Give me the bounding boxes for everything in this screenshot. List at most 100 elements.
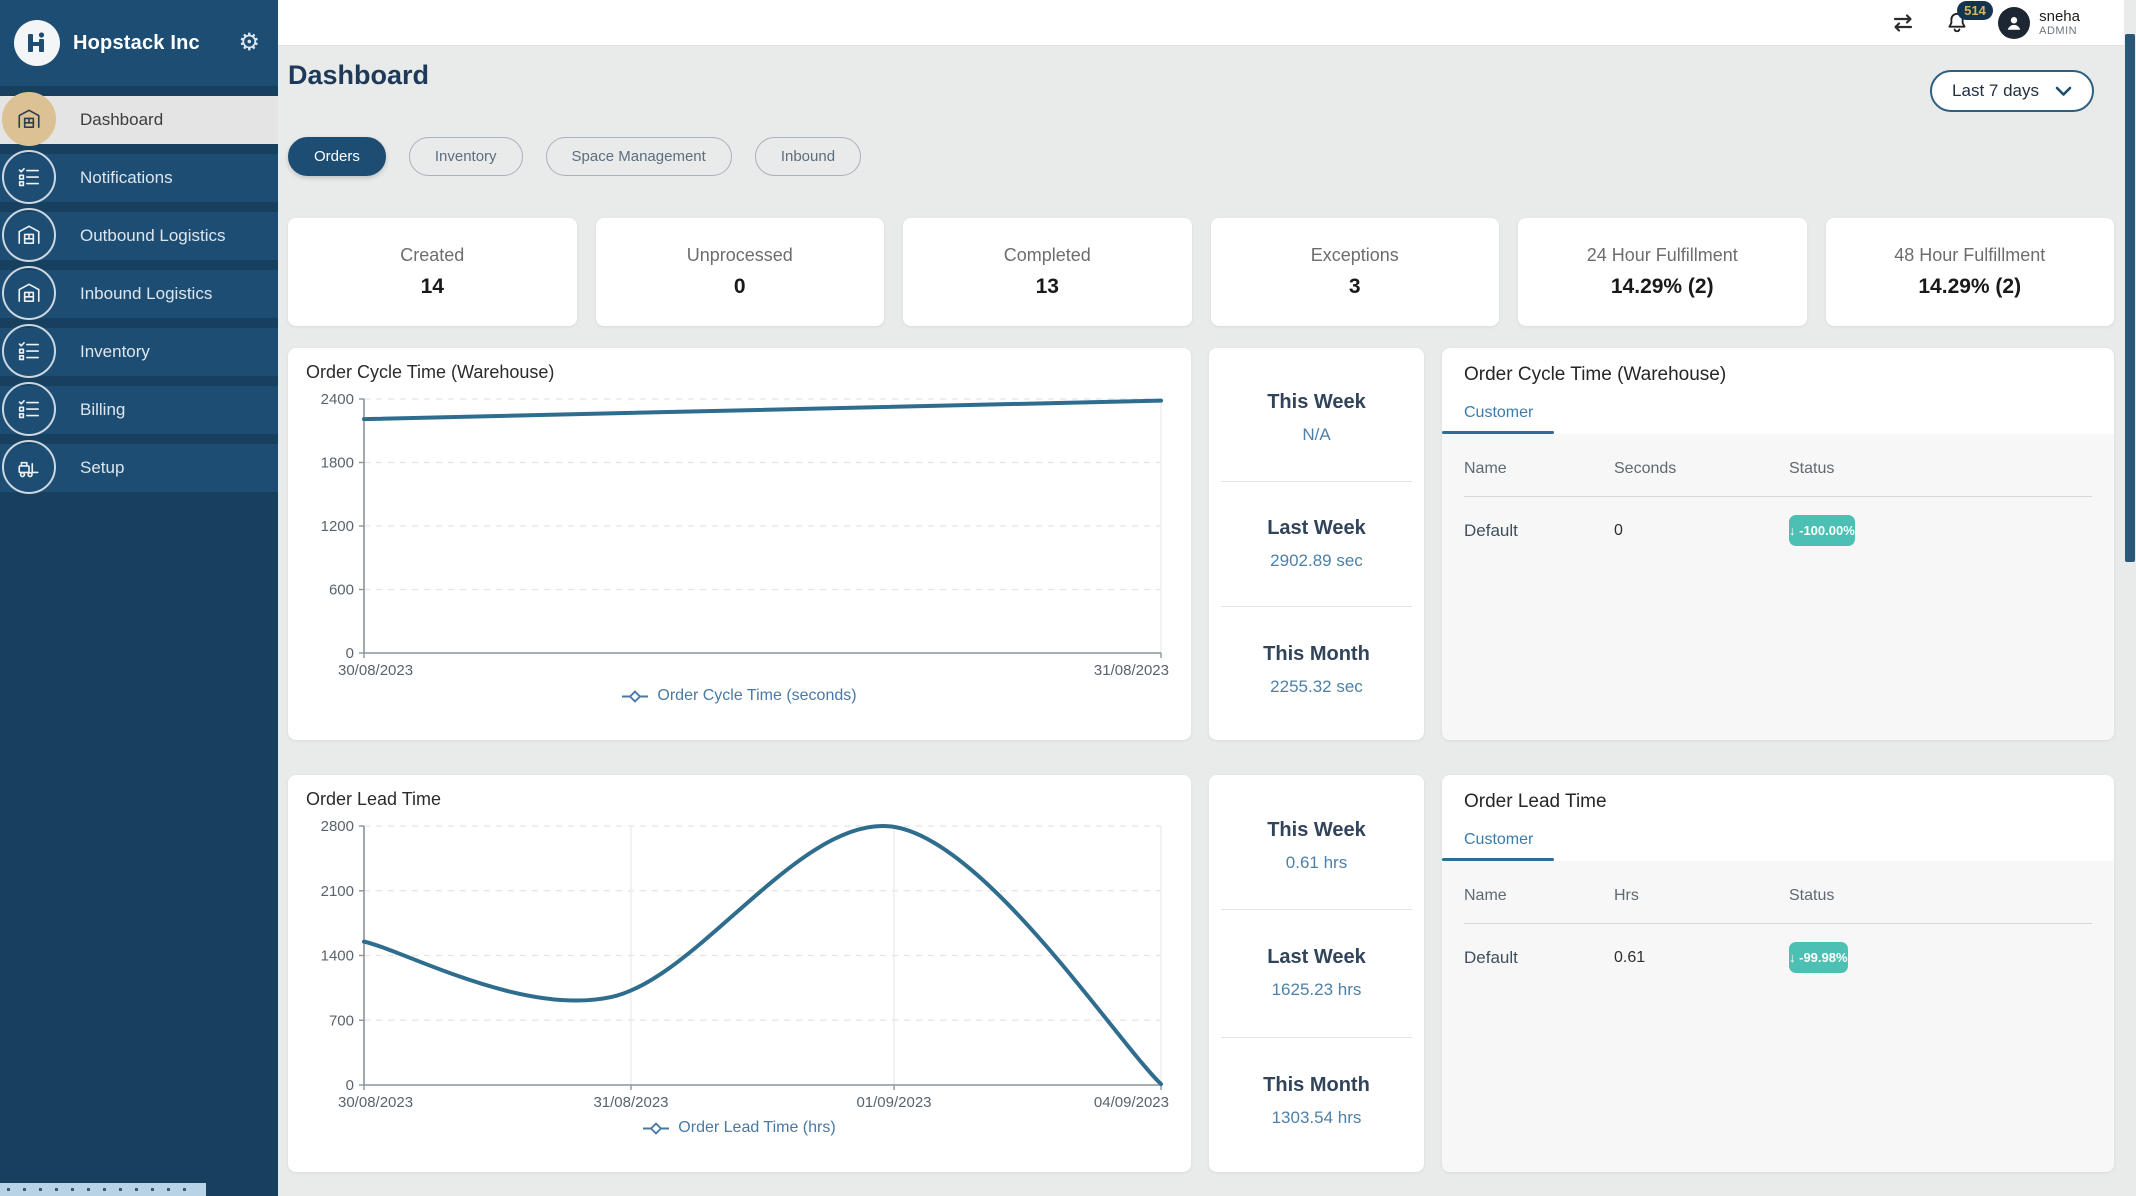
sidebar-item-setup[interactable]: Setup: [0, 440, 278, 494]
tab-inventory[interactable]: Inventory: [408, 137, 523, 176]
sidebar-item-label: Inventory: [80, 342, 150, 361]
tab-space-management[interactable]: Space Management: [545, 137, 732, 176]
stat-card-48h-fulfillment: 48 Hour Fulfillment 14.29% (2): [1825, 218, 2114, 326]
sidebar-item-billing[interactable]: Billing: [0, 382, 278, 436]
date-range-select[interactable]: Last 7 days: [1930, 70, 2094, 112]
legend-line-marker-icon: [622, 689, 649, 703]
avatar-icon: [1998, 6, 2031, 39]
warehouse-icon: [2, 92, 56, 146]
cell-name: Default: [1464, 521, 1518, 540]
sidebar-item-inbound-logistics[interactable]: Inbound Logistics: [0, 266, 278, 320]
svg-text:0: 0: [346, 1077, 354, 1094]
sidebar-item-label: Billing: [80, 400, 126, 419]
svg-text:600: 600: [329, 582, 354, 599]
svg-text:700: 700: [329, 1012, 354, 1029]
table-header: Name Hrs Status: [1464, 861, 2092, 924]
svg-text:2800: 2800: [321, 818, 354, 835]
table-title: Order Cycle Time (Warehouse): [1464, 364, 1727, 385]
column-header-status: Status: [1789, 460, 1835, 477]
notifications-bell[interactable]: 514: [1944, 0, 1993, 36]
table-title: Order Lead Time: [1464, 791, 1607, 812]
transfer-arrows-icon[interactable]: [1890, 12, 1916, 34]
summary-label: Last Week: [1267, 946, 1366, 969]
stat-card-exceptions: Exceptions 3: [1210, 218, 1499, 326]
table-row: Default 0 ↓ -100.00%: [1464, 497, 2092, 565]
summary-last-week: Last Week 1625.23 hrs: [1209, 910, 1424, 1036]
column-header-name: Name: [1464, 460, 1507, 477]
hopstack-logo: [14, 20, 60, 66]
column-header-seconds: Seconds: [1614, 460, 1677, 477]
stat-value: 14.29% (2): [1918, 275, 2022, 298]
tab-customer[interactable]: Customer: [1442, 404, 1555, 422]
sidebar-item-label: Dashboard: [80, 110, 164, 129]
stat-value: 14: [420, 275, 444, 298]
main-content: Dashboard Last 7 days Orders Inventory S…: [278, 46, 2124, 1196]
stat-card-unprocessed: Unprocessed 0: [595, 218, 884, 326]
tab-orders[interactable]: Orders: [288, 137, 386, 176]
warehouse-icon: [2, 266, 56, 320]
summary-label: This Month: [1263, 642, 1370, 665]
summary-label: This Month: [1263, 1073, 1370, 1096]
svg-text:1800: 1800: [321, 455, 354, 472]
summary-label: This Week: [1267, 819, 1366, 842]
chart-title: Order Cycle Time (Warehouse): [306, 362, 555, 382]
gear-icon[interactable]: ⚙: [238, 31, 260, 55]
sidebar-item-inventory[interactable]: Inventory: [0, 324, 278, 378]
column-header-status: Status: [1789, 887, 1835, 904]
stat-value: 0: [733, 275, 746, 298]
stat-label: Unprocessed: [686, 245, 793, 265]
stat-label: 48 Hour Fulfillment: [1894, 245, 2046, 265]
cell-value: 0: [1614, 522, 1623, 539]
summary-this-week: This Week 0.61 hrs: [1209, 783, 1424, 909]
fragment-marks: [7, 1188, 199, 1191]
summary-this-month: This Month 1303.54 hrs: [1209, 1038, 1424, 1164]
user-menu[interactable]: sneha ADMIN: [1998, 6, 2080, 39]
summary-label: Last Week: [1267, 517, 1366, 539]
sidebar-item-label: Outbound Logistics: [80, 226, 226, 245]
order-cycle-time-chart: 0 600 1200 1800 2400 30/08/2023 31/08/2023: [321, 391, 1169, 679]
cycle-time-summary-panel: This Week N/A Last Week 2902.89 sec This…: [1209, 348, 1424, 740]
stat-card-completed: Completed 13: [903, 218, 1192, 326]
cell-name: Default: [1464, 948, 1518, 967]
user-meta: sneha ADMIN: [2039, 8, 2080, 38]
status-badge: ↓ -100.00%: [1789, 515, 1855, 546]
legend-line-marker-icon: [643, 1121, 670, 1135]
scrollbar-thumb[interactable]: [2125, 34, 2135, 562]
warehouse-icon: [2, 208, 56, 262]
stat-label: Created: [400, 245, 465, 265]
svg-text:30/08/2023: 30/08/2023: [338, 1094, 413, 1111]
sidebar-item-notifications[interactable]: Notifications: [0, 150, 278, 204]
legend-label: Order Lead Time (hrs): [678, 1119, 836, 1136]
chart-legend: Order Lead Time (hrs): [306, 1119, 1173, 1137]
notification-count-badge: 514: [1957, 0, 1993, 20]
tab-customer[interactable]: Customer: [1442, 831, 1555, 849]
summary-value: 0.61 hrs: [1285, 853, 1348, 873]
column-header-hrs: Hrs: [1614, 887, 1639, 904]
dashboard-grid: Order Cycle Time (Warehouse) 0 600 1200 180…: [288, 348, 2114, 1172]
stat-card-24h-fulfillment: 24 Hour Fulfillment 14.29% (2): [1518, 218, 1807, 326]
checklist-icon: [2, 382, 56, 436]
svg-text:1400: 1400: [321, 948, 354, 965]
summary-value: 2902.89 sec: [1270, 551, 1363, 570]
svg-text:01/09/2023: 01/09/2023: [856, 1094, 931, 1111]
topbar: 514 sneha ADMIN: [278, 0, 2124, 46]
chart-title: Order Lead Time: [306, 789, 442, 809]
summary-value: 1625.23 hrs: [1271, 980, 1362, 1000]
order-cycle-time-chart-card: Order Cycle Time (Warehouse) 0 600 1200 180…: [288, 348, 1191, 740]
sidebar-header: Hopstack Inc ⚙: [0, 0, 278, 86]
date-range-value: Last 7 days: [1952, 81, 2039, 100]
svg-text:2100: 2100: [321, 883, 354, 900]
sidebar-item-outbound-logistics[interactable]: Outbound Logistics: [0, 208, 278, 262]
summary-value: 2255.32 sec: [1270, 676, 1363, 696]
sidebar-item-label: Inbound Logistics: [80, 284, 213, 303]
tab-inbound[interactable]: Inbound: [754, 137, 862, 176]
sidebar-item-label: Setup: [80, 458, 125, 477]
sidebar-item-dashboard[interactable]: Dashboard: [0, 92, 278, 146]
partial-overlay-fragment: [0, 1183, 206, 1196]
order-lead-time-chart-card: Order Lead Time 0 700 1400 2100 2800 30/08/20…: [288, 775, 1191, 1172]
svg-text:31/08/2023: 31/08/2023: [593, 1094, 668, 1111]
stats-row: Created 14 Unprocessed 0 Completed 13 Ex…: [288, 218, 2114, 326]
company-name: Hopstack Inc: [73, 31, 200, 54]
stat-label: Completed: [1003, 245, 1091, 265]
chart-legend: Order Cycle Time (seconds): [306, 687, 1173, 705]
